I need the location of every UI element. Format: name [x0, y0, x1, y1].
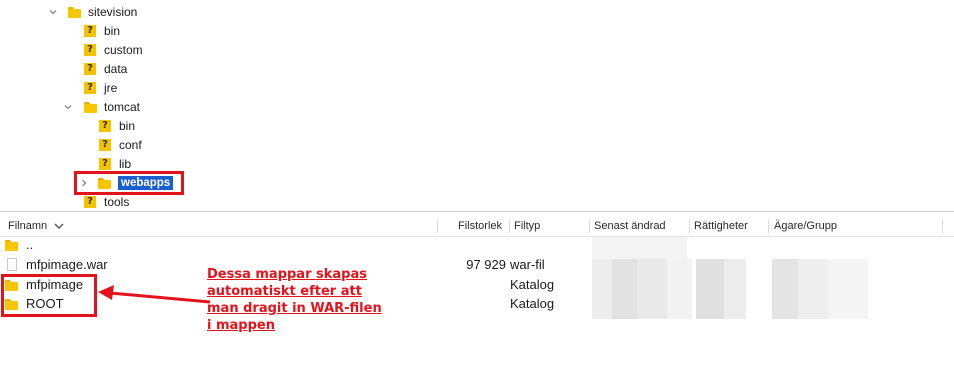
tree-item-conf[interactable]: ? conf: [99, 136, 142, 154]
tree-item-label: bin: [119, 119, 136, 133]
sort-chevron-icon: [54, 223, 64, 230]
annotation-callout: Dessa mappar skapas automatiskt efter at…: [207, 266, 382, 334]
tree-item-label: sitevision: [88, 5, 138, 19]
file-list-header: Filnamn Filstorlek Filtyp Senast ändrad …: [0, 216, 954, 237]
annotation-line: Dessa mappar skapas: [207, 267, 367, 282]
unknown-item-icon: ?: [84, 63, 96, 75]
tree-item-label: tools: [104, 195, 130, 209]
tree-item-sitevision[interactable]: sitevision: [48, 3, 137, 21]
file-row-parent[interactable]: ..: [0, 235, 954, 255]
tree-item-label: bin: [104, 24, 121, 38]
file-type: war-fil: [510, 257, 545, 272]
remote-directory-tree: sitevision ? bin ? custom ? data ? jre t…: [0, 0, 954, 212]
tree-item-label: conf: [119, 138, 142, 152]
column-header-permissions[interactable]: Rättigheter: [694, 216, 748, 236]
file-name: ..: [26, 237, 34, 252]
folder-icon: [84, 101, 97, 113]
tree-item-bin[interactable]: ? bin: [84, 22, 120, 40]
tree-item-label: custom: [104, 43, 143, 57]
file-type: Katalog: [510, 277, 555, 292]
folder-icon: [5, 239, 18, 251]
tree-item-data[interactable]: ? data: [84, 60, 127, 78]
unknown-item-icon: ?: [84, 25, 96, 37]
unknown-item-icon: ?: [99, 158, 111, 170]
column-header-name[interactable]: Filnamn: [8, 216, 64, 236]
tree-item-label: tomcat: [104, 100, 141, 114]
file-name: mfpimage.war: [26, 257, 108, 272]
annotation-arrow-icon: [98, 285, 211, 304]
column-header-modified[interactable]: Senast ändrad: [594, 216, 666, 236]
column-header-owner[interactable]: Ägare/Grupp: [774, 216, 837, 236]
tree-item-jre[interactable]: ? jre: [84, 79, 117, 97]
file-size: 97 929: [466, 257, 506, 272]
file-type: Katalog: [510, 296, 555, 311]
highlight-box-new-folders: [1, 274, 97, 317]
column-header-size[interactable]: Filstorlek: [458, 216, 502, 236]
column-header-type[interactable]: Filtyp: [514, 216, 540, 236]
tree-item-label: jre: [104, 81, 118, 95]
highlight-box-webapps: [74, 171, 184, 195]
tree-item-label: data: [104, 62, 128, 76]
tree-item-bin[interactable]: ? bin: [99, 117, 135, 135]
file-icon: [7, 258, 17, 271]
tree-item-custom[interactable]: ? custom: [84, 41, 143, 59]
chevron-down-icon[interactable]: [63, 102, 73, 112]
unknown-item-icon: ?: [99, 120, 111, 132]
unknown-item-icon: ?: [99, 139, 111, 151]
tree-item-label: lib: [119, 157, 132, 171]
tree-item-tools[interactable]: ? tools: [84, 193, 129, 211]
unknown-item-icon: ?: [84, 82, 96, 94]
chevron-down-icon[interactable]: [48, 7, 58, 17]
unknown-item-icon: ?: [84, 196, 96, 208]
folder-icon: [68, 6, 81, 18]
unknown-item-icon: ?: [84, 44, 96, 56]
annotation-line: man dragit in WAR-filen: [207, 301, 382, 316]
tree-item-tomcat[interactable]: tomcat: [63, 98, 140, 116]
annotation-line: automatiskt efter att: [207, 284, 362, 299]
annotation-line: i mappen: [207, 318, 275, 333]
